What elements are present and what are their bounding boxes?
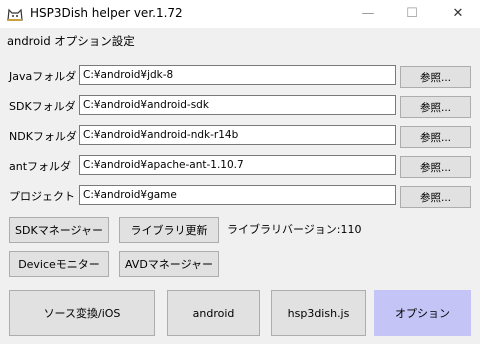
ant-folder-label: antフォルダ (9, 160, 72, 173)
device-monitor-button[interactable]: Deviceモニター (9, 251, 109, 277)
window-title: HSP3Dish helper ver.1.72 (30, 6, 183, 20)
minimize-button[interactable]: — (346, 0, 390, 28)
ndk-browse-button[interactable]: 参照... (400, 126, 471, 148)
tab-hsp3dish-js[interactable]: hsp3dish.js (271, 290, 366, 336)
close-button[interactable]: ✕ (436, 0, 480, 28)
ndk-folder-input[interactable] (79, 125, 396, 145)
project-browse-button[interactable]: 参照... (400, 186, 471, 208)
project-folder-label: プロジェクト (9, 190, 75, 203)
maximize-button[interactable]: ☐ (390, 0, 434, 28)
tab-android[interactable]: android (167, 290, 260, 336)
tab-options[interactable]: オプション (374, 290, 471, 336)
sdk-folder-input[interactable] (79, 95, 396, 115)
sdk-browse-button[interactable]: 参照... (400, 96, 471, 118)
tab-source-convert[interactable]: ソース変換/iOS (9, 290, 155, 336)
java-folder-label: Javaフォルダ (9, 70, 77, 83)
ant-folder-input[interactable] (79, 155, 396, 175)
java-browse-button[interactable]: 参照... (400, 66, 471, 88)
library-update-button[interactable]: ライブラリ更新 (119, 217, 219, 243)
ant-browse-button[interactable]: 参照... (400, 156, 471, 178)
project-folder-input[interactable] (79, 185, 396, 205)
hsp-cat-icon (7, 8, 23, 21)
sdk-folder-label: SDKフォルダ (9, 100, 76, 113)
title-bar: HSP3Dish helper ver.1.72 — ☐ ✕ (0, 0, 480, 28)
java-folder-input[interactable] (79, 65, 396, 85)
sdk-manager-button[interactable]: SDKマネージャー (9, 217, 109, 243)
section-title: android オプション設定 (7, 34, 135, 48)
library-version-label: ライブラリバージョン:110 (227, 223, 362, 236)
ndk-folder-label: NDKフォルダ (9, 130, 77, 143)
avd-manager-button[interactable]: AVDマネージャー (119, 251, 219, 277)
